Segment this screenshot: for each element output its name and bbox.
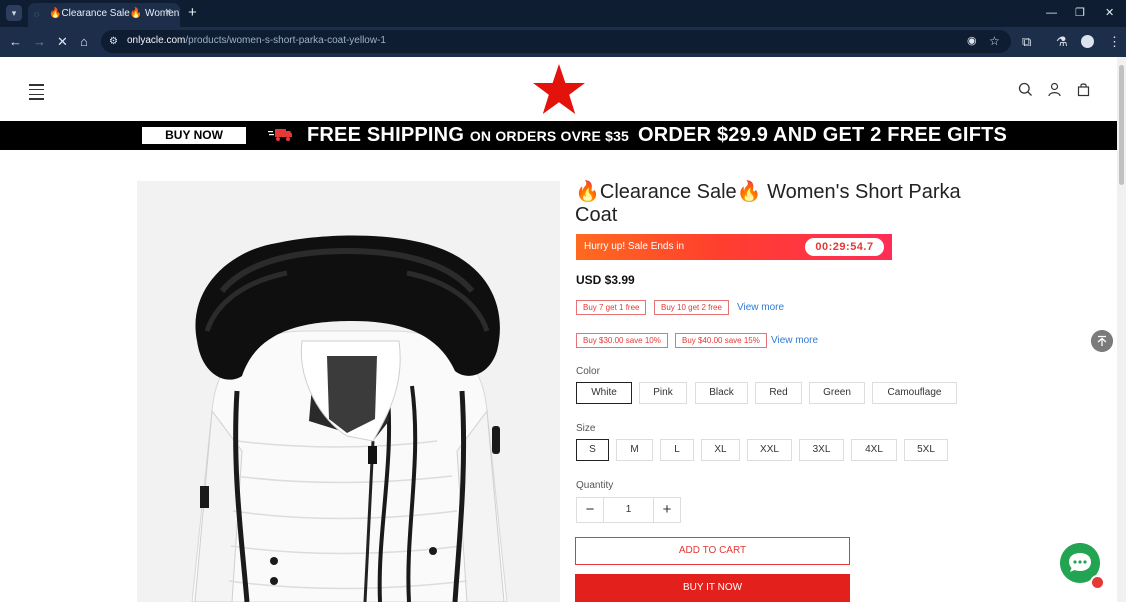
profile-avatar-icon[interactable]: [1081, 35, 1094, 48]
size-option-xxl[interactable]: XXL: [747, 439, 792, 461]
quantity-input[interactable]: 1: [604, 498, 653, 522]
color-option-black[interactable]: Black: [695, 382, 748, 404]
browser-tab[interactable]: ◌ 🔥Clearance Sale🔥 Women's: [28, 3, 180, 27]
new-tab-button[interactable]: +: [188, 5, 197, 21]
stop-loading-icon[interactable]: ✕: [57, 34, 68, 50]
url-text[interactable]: onlyacle.com/products/women-s-short-park…: [127, 35, 386, 46]
quantity-label: Quantity: [576, 480, 614, 491]
back-icon[interactable]: ←: [9, 34, 22, 50]
menu-icon[interactable]: [29, 84, 44, 100]
color-option-green[interactable]: Green: [809, 382, 865, 404]
jacket-illustration: [137, 181, 560, 602]
truck-icon: [268, 129, 292, 141]
chat-badge-icon[interactable]: [1090, 575, 1105, 590]
close-window-button[interactable]: ✕: [1105, 5, 1114, 21]
tab-title: 🔥Clearance Sale🔥 Women's: [49, 8, 180, 19]
quantity-plus-button[interactable]: +: [653, 498, 680, 522]
free-shipping-text: FREE SHIPPING ON ORDERS OVRE $35: [307, 124, 630, 146]
coupon-save15[interactable]: Buy $40.00 save 15%: [675, 333, 767, 348]
size-option-l[interactable]: L: [660, 439, 694, 461]
size-option-xl[interactable]: XL: [701, 439, 740, 461]
size-option-5xl[interactable]: 5XL: [904, 439, 948, 461]
color-option-red[interactable]: Red: [755, 382, 802, 404]
view-more-link-1[interactable]: View more: [737, 302, 784, 313]
order-offer-text: ORDER $29.9 AND GET 2 FREE GIFTS: [638, 124, 1008, 146]
bookmark-star-icon[interactable]: ☆: [989, 34, 1000, 49]
search-icon[interactable]: [1018, 82, 1033, 97]
buy-it-now-button[interactable]: BUY IT NOW: [575, 574, 850, 602]
product-title: 🔥Clearance Sale🔥 Women's Short Parka Coa…: [575, 181, 961, 226]
labs-flask-icon[interactable]: ⚗: [1056, 34, 1068, 50]
size-option-3xl[interactable]: 3XL: [799, 439, 844, 461]
quantity-minus-button[interactable]: −: [577, 498, 604, 522]
banner-buy-now[interactable]: BUY NOW: [142, 127, 246, 144]
sale-countdown-label: Hurry up! Sale Ends in: [584, 241, 685, 252]
cart-icon[interactable]: [1076, 82, 1091, 97]
promo-banner[interactable]: BUY NOW FREE SHIPPING ON ORDERS OVRE $35…: [0, 121, 1117, 150]
color-option-pink[interactable]: Pink: [639, 382, 687, 404]
tracking-eye-icon[interactable]: ◉: [967, 34, 977, 49]
tab-search-icon[interactable]: ▾: [6, 5, 22, 21]
sale-countdown-bar: Hurry up! Sale Ends in 00:29:54.7: [576, 234, 892, 260]
browser-toolbar: ← → ✕ ⌂ ⚙ onlyacle.com/products/women-s-…: [0, 27, 1126, 57]
loading-favicon-icon: ◌: [34, 9, 40, 19]
minimize-button[interactable]: —: [1046, 5, 1057, 21]
coupon-buy10[interactable]: Buy 10 get 2 free: [654, 300, 729, 315]
quantity-stepper: − 1 +: [576, 497, 681, 523]
coupon-buy7[interactable]: Buy 7 get 1 free: [576, 300, 647, 315]
add-to-cart-button[interactable]: ADD TO CART: [575, 537, 850, 565]
address-bar[interactable]: ⚙ onlyacle.com/products/women-s-short-pa…: [101, 30, 1011, 53]
forward-icon[interactable]: →: [33, 34, 46, 50]
size-option-m[interactable]: M: [616, 439, 653, 461]
browser-menu-icon[interactable]: ⋮: [1108, 34, 1121, 50]
user-icon[interactable]: [1047, 82, 1062, 97]
site-info-icon[interactable]: ⚙: [109, 34, 118, 49]
scrollbar-thumb[interactable]: [1119, 65, 1124, 185]
extensions-icon[interactable]: ⧉: [1022, 34, 1031, 50]
product-price: USD $3.99: [576, 273, 635, 287]
view-more-link-2[interactable]: View more: [771, 335, 818, 346]
web-page: BUY NOW FREE SHIPPING ON ORDERS OVRE $35…: [0, 57, 1117, 602]
color-label: Color: [576, 366, 600, 377]
home-icon[interactable]: ⌂: [80, 34, 88, 50]
color-option-camouflage[interactable]: Camouflage: [872, 382, 957, 404]
size-option-4xl[interactable]: 4XL: [851, 439, 897, 461]
tab-close-icon[interactable]: ×: [165, 6, 171, 19]
size-option-s[interactable]: S: [576, 439, 609, 461]
color-option-white[interactable]: White: [576, 382, 632, 404]
restore-button[interactable]: ❐: [1075, 5, 1085, 21]
coupon-save10[interactable]: Buy $30.00 save 10%: [576, 333, 668, 348]
sale-countdown-timer: 00:29:54.7: [805, 238, 884, 256]
back-to-top-icon[interactable]: [1091, 330, 1113, 352]
product-image[interactable]: [137, 181, 560, 602]
size-label: Size: [576, 423, 596, 434]
browser-tab-bar: ▾ ◌ 🔥Clearance Sale🔥 Women's × + — ❐ ✕: [0, 0, 1126, 27]
star-logo[interactable]: [531, 62, 587, 118]
